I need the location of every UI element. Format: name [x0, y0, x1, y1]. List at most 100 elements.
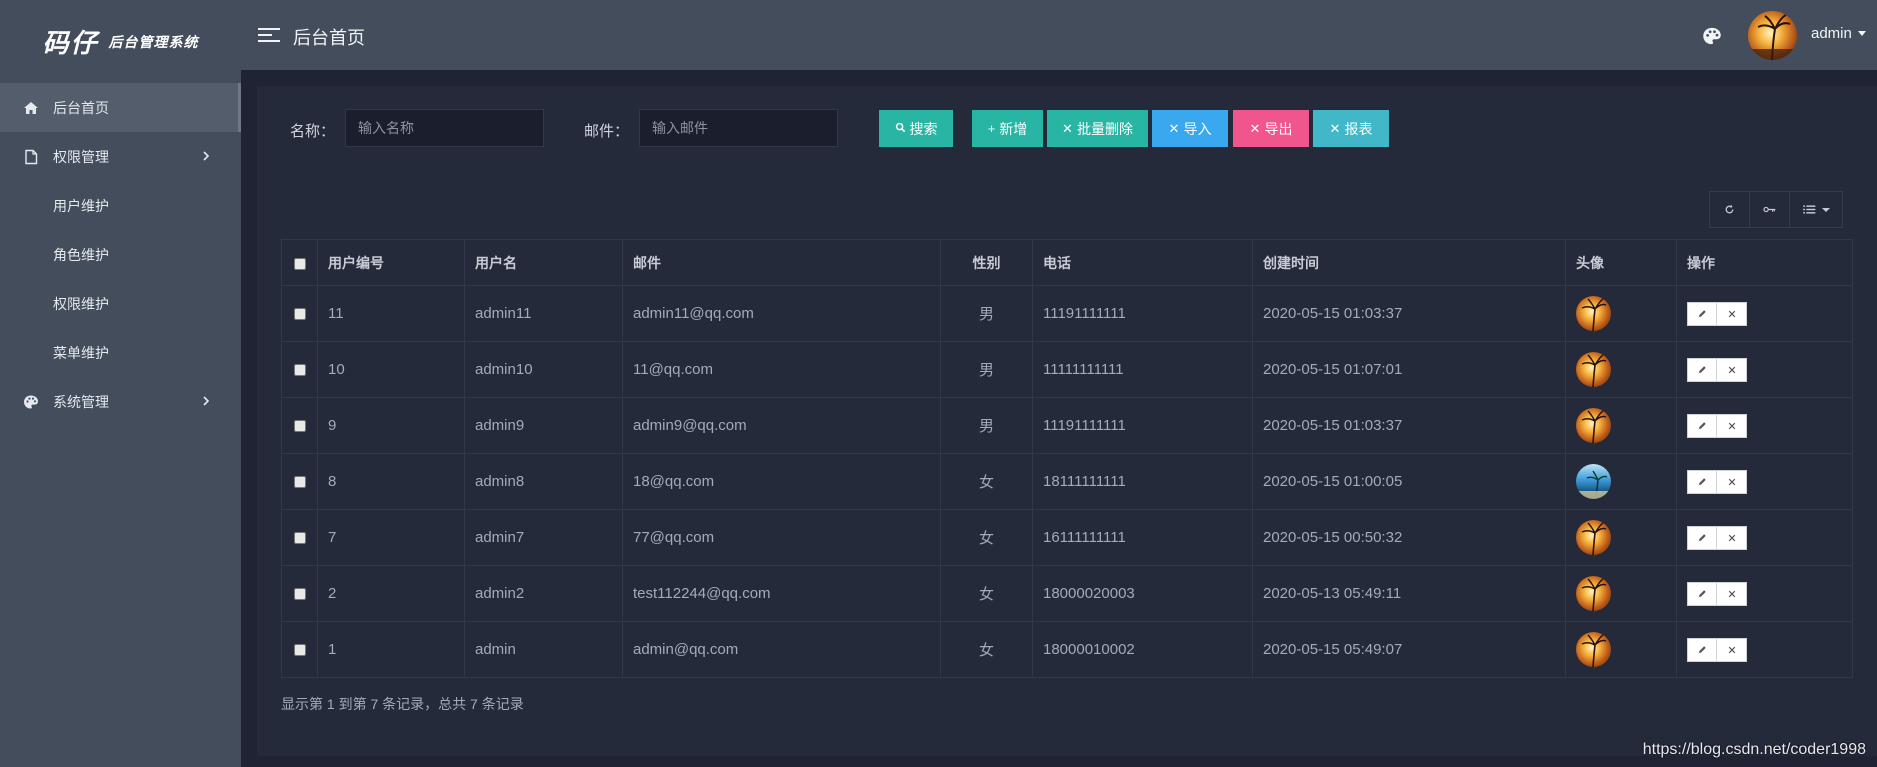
cell-gender: 男 [940, 397, 1033, 454]
theme-palette-icon[interactable] [1702, 26, 1722, 46]
avatar [1576, 296, 1611, 331]
edit-button[interactable] [1687, 469, 1717, 494]
column-header-created[interactable]: 创建时间 [1252, 239, 1566, 286]
batch-delete-button[interactable]: ✕ 批量删除 [1047, 110, 1148, 147]
row-action-group [1687, 301, 1747, 326]
table-row[interactable]: 2 admin2 test112244@qq.com 女 18000020003… [281, 565, 1853, 622]
sidebar-item-system[interactable]: 系统管理 [0, 377, 241, 426]
delete-button[interactable] [1717, 413, 1747, 438]
cell-username: admin10 [464, 341, 623, 398]
table-row[interactable]: 7 admin7 77@qq.com 女 16111111111 2020-05… [281, 509, 1853, 566]
table-row[interactable]: 11 admin11 admin11@qq.com 男 11191111111 … [281, 285, 1853, 342]
file-icon [23, 149, 39, 165]
cell-gender: 女 [940, 453, 1033, 510]
sidebar-subitem-user[interactable]: 用户维护 [0, 181, 241, 230]
import-button-label: 导入 [1183, 120, 1212, 137]
column-header-phone[interactable]: 电话 [1032, 239, 1253, 286]
search-icon [895, 121, 906, 136]
avatar[interactable] [1748, 11, 1797, 60]
column-header-username[interactable]: 用户名 [464, 239, 623, 286]
edit-button[interactable] [1687, 357, 1717, 382]
export-button[interactable]: ✕ 导出 [1233, 110, 1309, 147]
cell-phone: 18000020003 [1032, 565, 1253, 622]
toggle-view-button[interactable] [1750, 192, 1790, 227]
delete-button[interactable] [1717, 525, 1747, 550]
edit-button[interactable] [1687, 301, 1717, 326]
close-icon: ✕ [1249, 120, 1261, 136]
user-menu[interactable]: admin [1811, 25, 1866, 42]
sidebar-item-home[interactable]: 后台首页 [0, 83, 241, 132]
edit-button[interactable] [1687, 637, 1717, 662]
menu-toggle-icon[interactable] [258, 27, 280, 43]
cell-id: 10 [317, 341, 465, 398]
row-checkbox[interactable] [293, 644, 306, 657]
sidebar-item-label: 权限管理 [53, 148, 109, 165]
sidebar-subitem-role[interactable]: 角色维护 [0, 230, 241, 279]
close-icon [1728, 422, 1735, 429]
user-table: 用户编号 用户名 邮件 性别 电话 创建时间 头像 操作 11 admin11 … [281, 239, 1853, 678]
edit-button[interactable] [1687, 581, 1717, 606]
cell-email: admin@qq.com [622, 621, 941, 678]
table-row[interactable]: 8 admin8 18@qq.com 女 18111111111 2020-05… [281, 453, 1853, 510]
column-header-actions[interactable]: 操作 [1676, 239, 1853, 286]
table-row[interactable]: 9 admin9 admin9@qq.com 男 11191111111 202… [281, 397, 1853, 454]
row-checkbox[interactable] [293, 532, 306, 545]
refresh-button[interactable] [1710, 192, 1750, 227]
delete-button[interactable] [1717, 357, 1747, 382]
row-checkbox[interactable] [293, 308, 306, 321]
column-header-email[interactable]: 邮件 [622, 239, 941, 286]
row-checkbox[interactable] [293, 476, 306, 489]
cell-id: 11 [317, 285, 465, 342]
sidebar-subitem-menu[interactable]: 菜单维护 [0, 328, 241, 377]
avatar [1576, 352, 1611, 387]
close-icon [1728, 310, 1735, 317]
sidebar-item-label: 系统管理 [53, 393, 109, 410]
table-toolbar [1709, 191, 1843, 228]
cell-created: 2020-05-15 05:49:07 [1252, 621, 1566, 678]
table-row[interactable]: 10 admin10 11@qq.com 男 11111111111 2020-… [281, 341, 1853, 398]
delete-button[interactable] [1717, 469, 1747, 494]
sidebar-subitem-permission[interactable]: 权限维护 [0, 279, 241, 328]
row-checkbox[interactable] [293, 364, 306, 377]
column-header-id[interactable]: 用户编号 [317, 239, 465, 286]
cell-phone: 11191111111 [1032, 397, 1253, 454]
cell-avatar [1565, 397, 1677, 454]
row-checkbox[interactable] [293, 588, 306, 601]
column-header-gender[interactable]: 性别 [940, 239, 1033, 286]
avatar [1576, 408, 1611, 443]
cell-email: 11@qq.com [622, 341, 941, 398]
add-button[interactable]: + 新增 [972, 110, 1043, 147]
cell-created: 2020-05-15 01:07:01 [1252, 341, 1566, 398]
search-button[interactable]: 搜索 [879, 110, 953, 147]
cell-id: 8 [317, 453, 465, 510]
report-button[interactable]: ✕ 报表 [1313, 110, 1389, 147]
cell-phone: 11111111111 [1032, 341, 1253, 398]
app-logo[interactable]: 码仔 后台管理系统 [0, 0, 241, 83]
delete-button[interactable] [1717, 581, 1747, 606]
name-search-input[interactable] [345, 109, 544, 147]
close-icon [1728, 478, 1735, 485]
email-search-input[interactable] [639, 109, 838, 147]
cell-gender: 男 [940, 285, 1033, 342]
cell-avatar [1565, 621, 1677, 678]
sidebar-item-permission[interactable]: 权限管理 [0, 132, 241, 181]
delete-button[interactable] [1717, 301, 1747, 326]
row-select-cell [281, 397, 318, 454]
edit-button[interactable] [1687, 413, 1717, 438]
pencil-icon [1698, 646, 1706, 654]
import-button[interactable]: ✕ 导入 [1152, 110, 1228, 147]
cell-username: admin9 [464, 397, 623, 454]
column-header-avatar[interactable]: 头像 [1565, 239, 1677, 286]
cell-created: 2020-05-15 01:00:05 [1252, 453, 1566, 510]
delete-button[interactable] [1717, 637, 1747, 662]
report-button-label: 报表 [1344, 120, 1373, 137]
name-filter-label: 名称： [290, 123, 336, 140]
export-button-label: 导出 [1264, 120, 1293, 137]
watermark-text: https://blog.csdn.net/coder1998 [1642, 741, 1866, 758]
close-icon [1728, 646, 1735, 653]
columns-dropdown-button[interactable] [1790, 192, 1842, 227]
row-checkbox[interactable] [293, 420, 306, 433]
table-row[interactable]: 1 admin admin@qq.com 女 18000010002 2020-… [281, 621, 1853, 678]
select-all-checkbox[interactable] [293, 257, 306, 270]
edit-button[interactable] [1687, 525, 1717, 550]
